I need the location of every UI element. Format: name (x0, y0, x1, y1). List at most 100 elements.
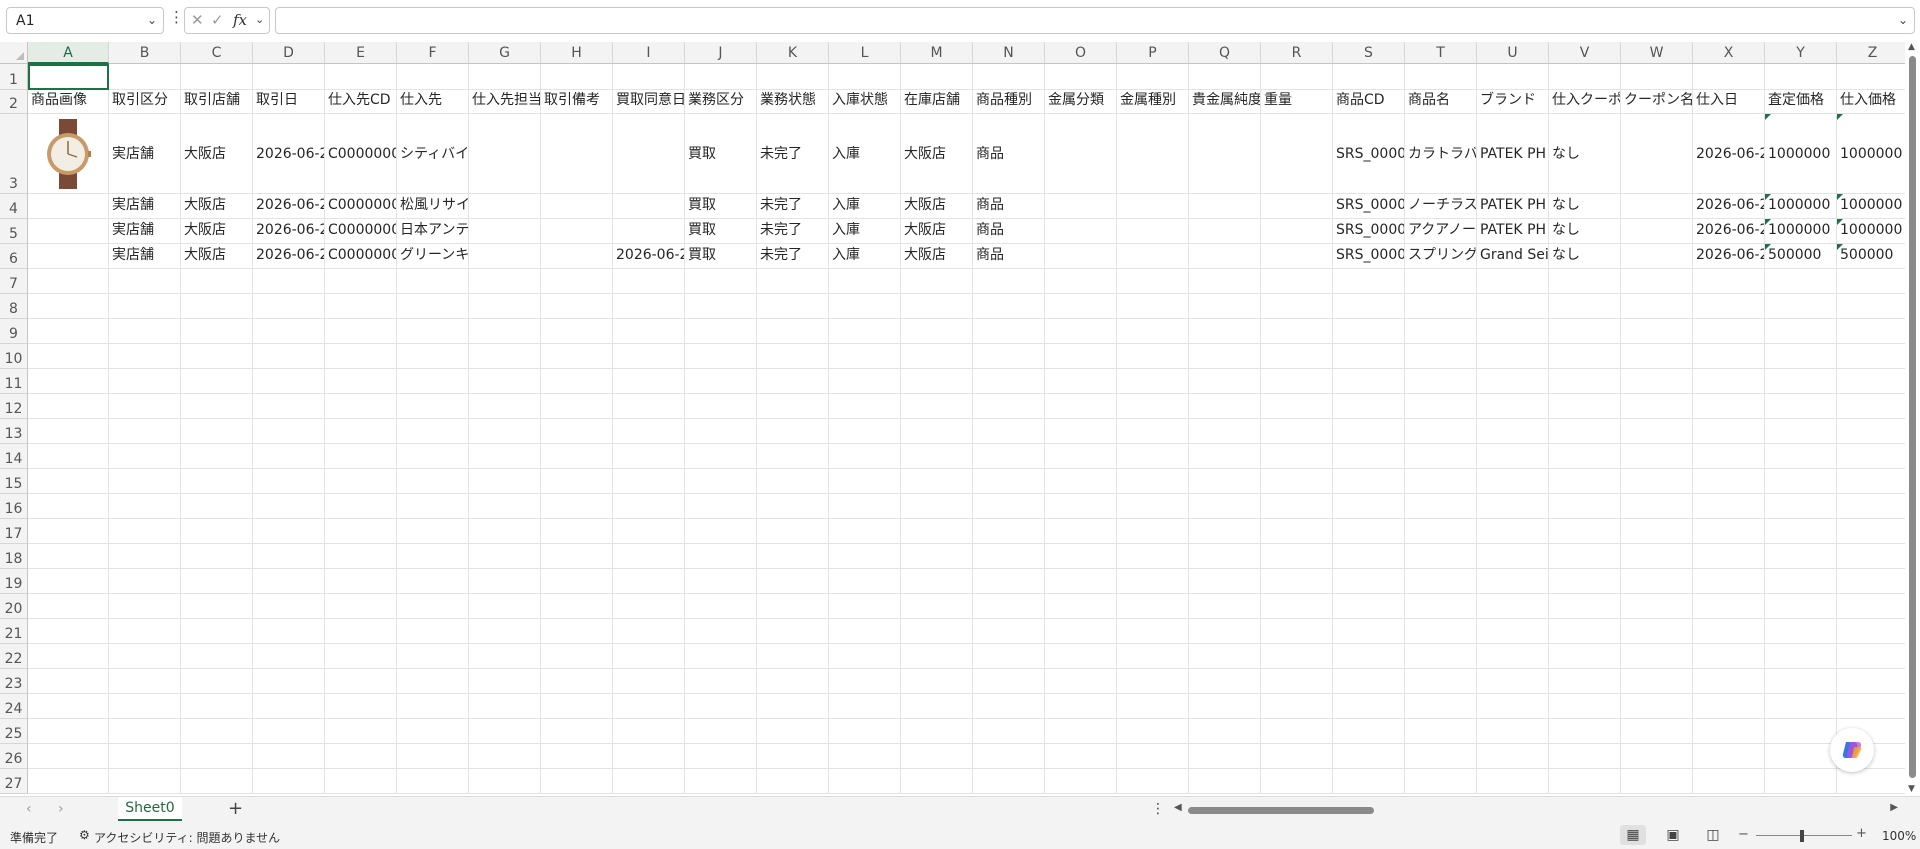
cell-J26[interactable] (685, 744, 757, 769)
cell-U25[interactable] (1477, 719, 1549, 744)
cell-D5[interactable]: 2026-06-2 (253, 219, 325, 244)
row-header-5[interactable]: 5 (0, 219, 28, 244)
cell-A13[interactable] (28, 419, 109, 444)
cell-H7[interactable] (541, 269, 613, 294)
cell-Y5[interactable]: 1000000 (1765, 219, 1837, 244)
cell-T14[interactable] (1405, 444, 1477, 469)
cell-G23[interactable] (469, 669, 541, 694)
cell-A11[interactable] (28, 369, 109, 394)
cell-H14[interactable] (541, 444, 613, 469)
cell-R3[interactable] (1261, 114, 1333, 194)
cell-Q9[interactable] (1189, 319, 1261, 344)
cell-T10[interactable] (1405, 344, 1477, 369)
cell-G9[interactable] (469, 319, 541, 344)
cell-J14[interactable] (685, 444, 757, 469)
scroll-down-icon[interactable]: ▼ (1908, 784, 1915, 794)
cell-J6[interactable]: 買取 (685, 244, 757, 269)
cell-J22[interactable] (685, 644, 757, 669)
cell-P26[interactable] (1117, 744, 1189, 769)
cell-H6[interactable] (541, 244, 613, 269)
cell-J9[interactable] (685, 319, 757, 344)
cell-I25[interactable] (613, 719, 685, 744)
cell-A17[interactable] (28, 519, 109, 544)
cell-H10[interactable] (541, 344, 613, 369)
cell-M25[interactable] (901, 719, 973, 744)
cell-Z22[interactable] (1837, 644, 1905, 669)
column-header-C[interactable]: C (181, 42, 253, 64)
cell-D19[interactable] (253, 569, 325, 594)
cell-W23[interactable] (1621, 669, 1693, 694)
cell-X17[interactable] (1693, 519, 1765, 544)
cell-K5[interactable]: 未完了 (757, 219, 829, 244)
cell-O21[interactable] (1045, 619, 1117, 644)
cell-V22[interactable] (1549, 644, 1621, 669)
cell-R14[interactable] (1261, 444, 1333, 469)
cell-U8[interactable] (1477, 294, 1549, 319)
cell-G18[interactable] (469, 544, 541, 569)
row-header-22[interactable]: 22 (0, 644, 28, 669)
cell-O18[interactable] (1045, 544, 1117, 569)
cell-F6[interactable]: グリーンキャピタル古物 (397, 244, 469, 269)
cell-M1[interactable] (901, 64, 973, 90)
cell-Y13[interactable] (1765, 419, 1837, 444)
cell-T1[interactable] (1405, 64, 1477, 90)
cell-X10[interactable] (1693, 344, 1765, 369)
cell-A27[interactable] (28, 769, 109, 794)
cell-A8[interactable] (28, 294, 109, 319)
cell-Y26[interactable] (1765, 744, 1837, 769)
cell-B24[interactable] (109, 694, 181, 719)
cell-E27[interactable] (325, 769, 397, 794)
cell-N13[interactable] (973, 419, 1045, 444)
cell-W1[interactable] (1621, 64, 1693, 90)
cell-T5[interactable]: アクアノート (1405, 219, 1477, 244)
cell-Z9[interactable] (1837, 319, 1905, 344)
cell-E8[interactable] (325, 294, 397, 319)
cell-V15[interactable] (1549, 469, 1621, 494)
cell-S10[interactable] (1333, 344, 1405, 369)
cell-X3[interactable]: 2026-06-2 (1693, 114, 1765, 194)
cell-P17[interactable] (1117, 519, 1189, 544)
column-header-U[interactable]: U (1477, 42, 1549, 64)
cell-N8[interactable] (973, 294, 1045, 319)
name-box[interactable]: A1 ⌄ (6, 7, 164, 34)
cell-G19[interactable] (469, 569, 541, 594)
cell-C12[interactable] (181, 394, 253, 419)
cell-L8[interactable] (829, 294, 901, 319)
cell-H8[interactable] (541, 294, 613, 319)
cell-C24[interactable] (181, 694, 253, 719)
cell-R24[interactable] (1261, 694, 1333, 719)
cell-M20[interactable] (901, 594, 973, 619)
cell-Z21[interactable] (1837, 619, 1905, 644)
cell-B11[interactable] (109, 369, 181, 394)
accessibility-icon[interactable]: ⚙ (79, 828, 90, 842)
cell-I19[interactable] (613, 569, 685, 594)
column-header-Z[interactable]: Z (1837, 42, 1905, 64)
row-header-17[interactable]: 17 (0, 519, 28, 544)
cell-Y17[interactable] (1765, 519, 1837, 544)
cell-S9[interactable] (1333, 319, 1405, 344)
cell-T26[interactable] (1405, 744, 1477, 769)
row-header-12[interactable]: 12 (0, 394, 28, 419)
cell-X27[interactable] (1693, 769, 1765, 794)
cell-K27[interactable] (757, 769, 829, 794)
more-options-icon[interactable]: ⋮ (1151, 801, 1165, 817)
cell-A5[interactable] (28, 219, 109, 244)
row-header-8[interactable]: 8 (0, 294, 28, 319)
cell-V1[interactable] (1549, 64, 1621, 90)
cell-D27[interactable] (253, 769, 325, 794)
cell-C19[interactable] (181, 569, 253, 594)
cell-M6[interactable]: 大阪店 (901, 244, 973, 269)
horizontal-scrollbar[interactable]: ◀ ▶ (1172, 802, 1898, 816)
cell-Q12[interactable] (1189, 394, 1261, 419)
cell-U16[interactable] (1477, 494, 1549, 519)
cell-W27[interactable] (1621, 769, 1693, 794)
cell-N9[interactable] (973, 319, 1045, 344)
cell-G7[interactable] (469, 269, 541, 294)
cell-P19[interactable] (1117, 569, 1189, 594)
cell-I24[interactable] (613, 694, 685, 719)
cell-U26[interactable] (1477, 744, 1549, 769)
row-header-6[interactable]: 6 (0, 244, 28, 269)
cell-T3[interactable]: カラトラバ (1405, 114, 1477, 194)
cell-G11[interactable] (469, 369, 541, 394)
row-header-4[interactable]: 4 (0, 194, 28, 219)
